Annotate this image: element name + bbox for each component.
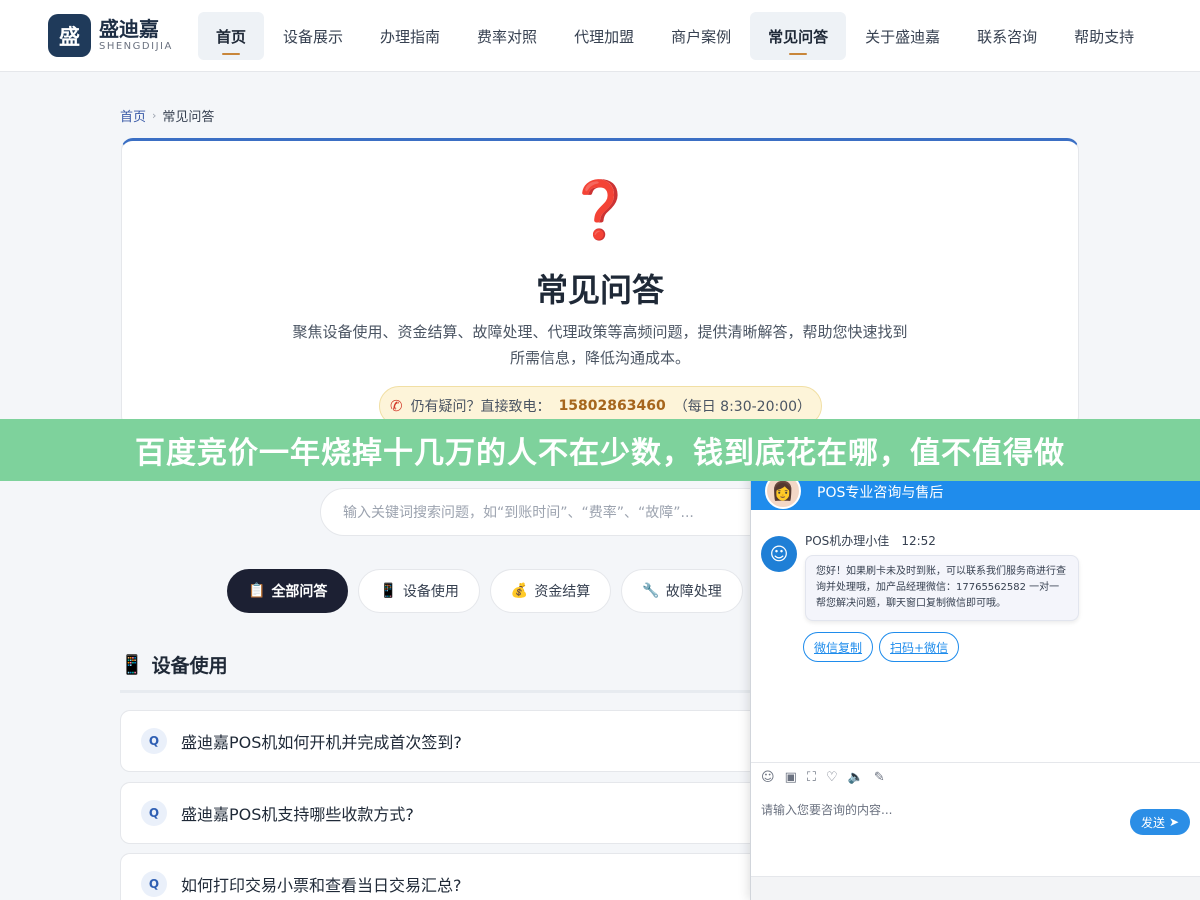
chat-title: POS专业咨询与售后 [817, 485, 944, 501]
nav-item-guide[interactable]: 办理指南 [362, 12, 458, 60]
chat-message: ☺ POS机办理小佳 12:52 您好！如果刷卡未及时到账，可以联系我们服务商进行… [761, 532, 1079, 621]
hotline-prefix: 仍有疑问？直接致电： [410, 399, 551, 415]
category-label: 设备使用 [402, 584, 459, 600]
breadcrumb: 首页 › 常见问答 [120, 106, 214, 125]
send-label: 发送 [1140, 815, 1165, 830]
hotline-hours: （每日 8:30-20:00） [673, 399, 812, 415]
agent-name: POS机办理小佳 [805, 534, 890, 548]
money-bag-icon: 💰 [510, 583, 529, 599]
phone-icon: ✆ [389, 397, 403, 415]
nav-item-help[interactable]: 帮助支持 [1056, 12, 1152, 60]
breadcrumb-home[interactable]: 首页 [120, 106, 146, 125]
faq-question: 如何打印交易小票和查看当日交易汇总? [181, 876, 462, 895]
faq-item[interactable]: Q 盛迪嘉POS机支持哪些收款方式? [120, 782, 760, 844]
category-all[interactable]: 📋 全部问答 [227, 569, 349, 613]
category-troubleshooting[interactable]: 🔧 故障处理 [621, 569, 743, 613]
emoji-icon[interactable]: ☺ [761, 770, 775, 785]
agent-avatar-icon: ☺ [761, 536, 797, 572]
clipboard-icon: 📋 [248, 583, 266, 599]
faq-question: 盛迪嘉POS机如何开机并完成首次签到? [181, 733, 462, 752]
q-badge: Q [141, 728, 167, 754]
nav-item-home[interactable]: 首页 [198, 12, 265, 60]
category-settlement[interactable]: 💰 资金结算 [489, 569, 612, 613]
q-badge: Q [141, 800, 167, 826]
message-time: 12:52 [901, 534, 936, 548]
faq-item[interactable]: Q 如何打印交易小票和查看当日交易汇总? [120, 853, 760, 900]
q-badge: Q [141, 871, 167, 897]
screenshot-icon[interactable]: ⛶ [807, 770, 816, 785]
scan-wechat-button[interactable]: 扫码+微信 [879, 632, 960, 662]
category-label: 故障处理 [665, 584, 722, 600]
chat-footer [751, 876, 1200, 900]
rating-icon[interactable]: ♡ [826, 770, 838, 785]
page-title: 常见问答 [535, 271, 664, 309]
phone-device-icon: 📱 [379, 583, 397, 599]
main-nav: 首页 设备展示 办理指南 费率对照 代理加盟 商户案例 常见问答 关于盛迪嘉 联… [198, 12, 1153, 60]
quick-replies: 微信复制 扫码+微信 [803, 632, 960, 662]
category-label: 全部问答 [271, 584, 328, 600]
sound-icon[interactable]: 🔈 [848, 770, 864, 785]
question-mark-icon: ❓ [565, 178, 635, 243]
page-description: 聚焦设备使用、资金结算、故障处理、代理政策等高频问题，提供清晰解答，帮助您快速找… [292, 323, 908, 367]
message-meta: POS机办理小佳 12:52 [805, 532, 1079, 549]
category-label: 资金结算 [534, 584, 591, 600]
nav-item-contact[interactable]: 联系咨询 [959, 12, 1055, 60]
brand-logo[interactable]: 盛 盛迪嘉 SHENGDIJIA [48, 14, 173, 57]
image-icon[interactable]: ▣ [785, 770, 797, 785]
wechat-icon[interactable]: ✎ [874, 770, 885, 785]
copy-wechat-button[interactable]: 微信复制 [803, 632, 874, 662]
logo-badge: 盛 [48, 14, 91, 57]
nav-item-agency[interactable]: 代理加盟 [556, 12, 652, 60]
breadcrumb-current: 常见问答 [162, 110, 215, 125]
top-navigation-bar: 盛 盛迪嘉 SHENGDIJIA 首页 设备展示 办理指南 费率对照 代理加盟 … [0, 0, 1200, 72]
nav-item-rates[interactable]: 费率对照 [459, 12, 555, 60]
nav-item-cases[interactable]: 商户案例 [653, 12, 749, 60]
nav-item-devices[interactable]: 设备展示 [265, 12, 361, 60]
message-bubble: 您好！如果刷卡未及时到账，可以联系我们服务商进行查询并处理哦，加产品经理微信：1… [805, 555, 1079, 621]
category-filter: 📋 全部问答 📱 设备使用 💰 资金结算 🔧 故障处理 [227, 569, 743, 613]
section-heading: 📱 设备使用 [120, 651, 228, 678]
wrench-icon: 🔧 [642, 583, 660, 599]
section-divider [120, 690, 760, 693]
chat-widget: 👩 POS专业咨询与售后 — ☐ ☺ POS机办理小佳12:52 您好！如果刷卡… [750, 452, 1200, 900]
ad-banner[interactable]: 百度竞价一年烧掉十几万的人不在少数，钱到底花在哪，值不值得做 [0, 419, 1200, 481]
faq-item[interactable]: Q 盛迪嘉POS机如何开机并完成首次签到? [120, 710, 760, 772]
send-button[interactable]: 发送 ➤ [1130, 809, 1190, 835]
chat-toolbar: ☺ ▣ ⛶ ♡ 🔈 ✎ [761, 770, 885, 785]
phone-device-icon: 📱 [120, 654, 144, 676]
nav-item-faq[interactable]: 常见问答 [750, 12, 847, 60]
logo-name-cn: 盛迪嘉 [99, 16, 159, 41]
nav-item-about[interactable]: 关于盛迪嘉 [847, 12, 958, 60]
chat-divider [751, 762, 1200, 763]
category-device-usage[interactable]: 📱 设备使用 [358, 569, 480, 613]
faq-hero-card: ❓ 常见问答 聚焦设备使用、资金结算、故障处理、代理政策等高频问题，提供清晰解答… [121, 138, 1079, 428]
send-arrow-icon: ➤ [1168, 815, 1180, 829]
faq-question: 盛迪嘉POS机支持哪些收款方式? [181, 805, 414, 824]
breadcrumb-separator: › [152, 109, 157, 122]
section-title: 设备使用 [151, 655, 228, 677]
chat-input[interactable]: 请输入您要咨询的内容... [761, 801, 892, 818]
hotline-number[interactable]: 15802863460 [559, 398, 666, 414]
logo-name-en: SHENGDIJIA [99, 40, 173, 52]
